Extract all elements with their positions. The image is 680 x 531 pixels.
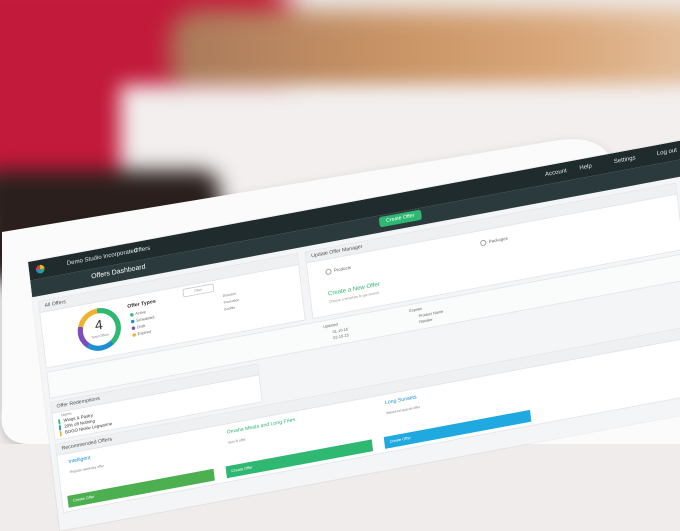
donut-center: 4 Total Offers (81, 310, 118, 349)
column-label: Updated (322, 322, 339, 329)
card-title: Intelligent (68, 455, 91, 465)
legend-dot-icon (131, 326, 136, 331)
offer-types-title: Offer Types (127, 299, 157, 310)
app-logo-icon[interactable] (35, 264, 46, 275)
side-list-item[interactable]: Discount (223, 291, 237, 298)
nav-logout[interactable]: Log out (657, 147, 678, 157)
option-products-radio[interactable]: Products (325, 265, 351, 276)
legend-item: Scheduled (130, 314, 155, 324)
column-label: Expires (408, 306, 423, 313)
nav-account[interactable]: Account (545, 168, 567, 178)
card-body: Item B offer (227, 437, 246, 445)
legend-dot-icon (132, 332, 137, 337)
card-title: Long Sunsets (384, 394, 417, 406)
legend-item: Active (129, 309, 147, 317)
side-list-item[interactable]: Promotion (223, 297, 239, 304)
card-body: Regular weekday offer (69, 463, 105, 474)
offers-donut-chart: 4 Total Offers (75, 304, 124, 355)
card-action-button[interactable]: Create Offer (225, 439, 374, 479)
legend-label: Scheduled (135, 314, 155, 323)
nav-help[interactable]: Help (579, 163, 592, 171)
side-list-item[interactable]: Bundle (224, 305, 235, 311)
legend-item: Expired (132, 329, 151, 337)
radio-label: Products (333, 265, 352, 274)
card-action-button[interactable]: Create Offer (67, 468, 215, 508)
legend-label: Expired (137, 329, 152, 336)
radio-circle-icon (479, 239, 487, 247)
card-action-button[interactable]: Create Offer (383, 409, 532, 449)
nav-settings[interactable]: Settings (614, 155, 636, 165)
radio-circle-icon (325, 268, 332, 276)
radio-label: Packages (488, 236, 509, 245)
legend-label: Active (135, 309, 147, 316)
legend-item: Draft (131, 324, 145, 331)
detail-value: Retailer (419, 317, 433, 324)
legend-label: Draft (136, 323, 146, 330)
legend-dot-icon (129, 312, 134, 317)
detail-value: 02-15-15 (333, 332, 350, 340)
legend-dot-icon (130, 319, 135, 324)
nav-offers[interactable]: Offers (134, 245, 151, 254)
card-body: Weekend special offer (385, 404, 421, 416)
option-packages-radio[interactable]: Packages (479, 235, 509, 247)
